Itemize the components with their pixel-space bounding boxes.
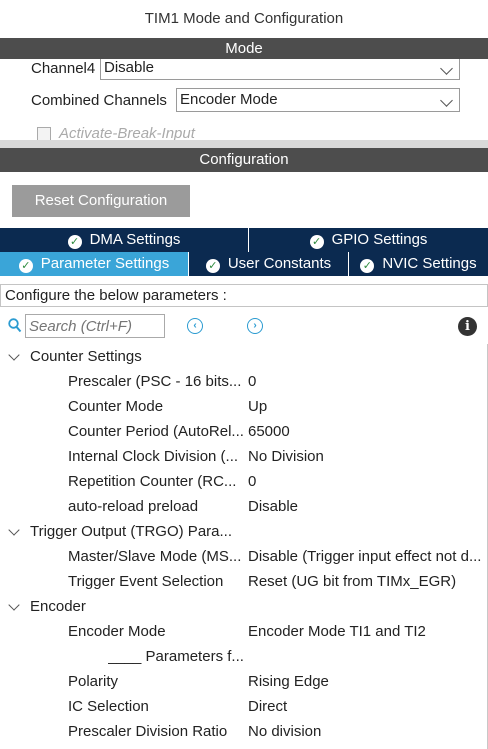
param-row[interactable]: IC Selection Direct <box>0 694 488 719</box>
chevron-down-icon[interactable] <box>8 524 20 536</box>
param-row[interactable]: Trigger Event Selection Reset (UG bit fr… <box>0 569 488 594</box>
mode-panel: Channel4 Disable Combined Channels Encod… <box>0 59 488 140</box>
chevron-down-icon[interactable] <box>8 599 20 611</box>
subgroup-parameters-row[interactable]: ____ Parameters f... <box>0 644 488 669</box>
param-row[interactable]: Prescaler (PSC - 16 bits... 0 <box>0 369 488 394</box>
param-value[interactable]: Direct <box>248 694 486 719</box>
mode-section-header: Mode <box>0 38 488 59</box>
param-value[interactable]: No division <box>248 719 486 744</box>
channel4-select[interactable]: Disable <box>100 59 460 80</box>
param-label: Prescaler Division Ratio <box>68 723 228 740</box>
check-circle-icon: ✓ <box>18 259 33 273</box>
tab-label: DMA Settings <box>89 231 181 248</box>
parameter-tree: Counter Settings Prescaler (PSC - 16 bit… <box>0 344 488 749</box>
param-label: Polarity <box>68 673 119 690</box>
parameters-description: Configure the below parameters : <box>0 284 488 307</box>
subgroup-label: ____ Parameters f... <box>108 648 244 665</box>
search-next-icon[interactable]: › <box>247 318 263 334</box>
combined-channels-row: Combined Channels Encoder Mode <box>0 88 488 114</box>
group-trigger-output[interactable]: Trigger Output (TRGO) Para... <box>0 519 488 544</box>
check-circle-icon: ✓ <box>205 259 220 273</box>
param-value[interactable]: Rising Edge <box>248 669 486 694</box>
param-row[interactable]: auto-reload preload Disable <box>0 494 488 519</box>
window-title: TIM1 Mode and Configuration <box>0 0 488 38</box>
tab-row-1: ✓ DMA Settings ✓ GPIO Settings <box>0 228 488 252</box>
info-icon[interactable]: i <box>458 317 477 336</box>
param-label: Counter Period (AutoRel... <box>68 423 244 440</box>
param-label: Internal Clock Division (... <box>68 448 239 465</box>
channel4-row: Channel4 Disable <box>0 59 488 82</box>
param-value[interactable]: Encoder Mode TI1 and TI2 <box>248 619 486 644</box>
param-label: IC Selection <box>68 698 149 715</box>
search-input[interactable] <box>25 314 165 338</box>
param-value[interactable]: Disable (Trigger input effect not d... <box>248 544 486 569</box>
chevron-down-icon <box>440 94 453 107</box>
combined-channels-select[interactable]: Encoder Mode <box>176 88 460 112</box>
group-label: Counter Settings <box>30 348 142 365</box>
param-label: Trigger Event Selection <box>68 573 224 590</box>
chevron-down-icon[interactable] <box>8 349 20 361</box>
group-label: Encoder <box>30 598 86 615</box>
channel4-label: Channel4 <box>31 60 96 77</box>
activate-break-input-checkbox[interactable] <box>37 127 51 140</box>
reset-configuration-button[interactable]: Reset Configuration <box>12 185 190 217</box>
chevron-down-icon <box>440 62 453 75</box>
check-circle-icon: ✓ <box>309 235 324 249</box>
param-label: auto-reload preload <box>68 498 199 515</box>
tab-dma-settings[interactable]: ✓ DMA Settings <box>0 228 249 252</box>
tab-row-2: ✓ Parameter Settings ✓ User Constants ✓ NVI… <box>0 252 488 276</box>
tab-nvic-settings[interactable]: ✓ NVIC Settings <box>349 252 488 276</box>
group-encoder[interactable]: Encoder <box>0 594 488 619</box>
configuration-section-header: Configuration <box>0 148 488 172</box>
param-label: Encoder Mode <box>68 623 166 640</box>
check-circle-icon: ✓ <box>360 259 375 273</box>
tab-label: NVIC Settings <box>382 255 477 272</box>
channel4-value: Disable <box>104 59 155 76</box>
param-row[interactable]: Internal Clock Division (... No Division <box>0 444 488 469</box>
group-label: Trigger Output (TRGO) Para... <box>30 523 232 540</box>
param-value[interactable]: No Division <box>248 444 486 469</box>
param-label: Repetition Counter (RC... <box>68 473 237 490</box>
param-value[interactable]: 0 <box>248 369 486 394</box>
activate-break-input-label: Activate-Break-Input <box>59 125 195 140</box>
param-value[interactable]: Up <box>248 394 486 419</box>
param-row[interactable]: Polarity Rising Edge <box>0 669 488 694</box>
tab-parameter-settings[interactable]: ✓ Parameter Settings <box>0 252 189 276</box>
param-label: Counter Mode <box>68 398 164 415</box>
param-row[interactable]: Repetition Counter (RC... 0 <box>0 469 488 494</box>
param-value[interactable]: Disable <box>248 494 486 519</box>
tab-gpio-settings[interactable]: ✓ GPIO Settings <box>249 228 488 252</box>
combined-channels-value: Encoder Mode <box>180 91 278 108</box>
search-icon <box>8 318 22 333</box>
combined-channels-label: Combined Channels <box>31 92 167 109</box>
tab-label: User Constants <box>227 255 332 272</box>
param-row[interactable]: Master/Slave Mode (MS... Disable (Trigge… <box>0 544 488 569</box>
param-value[interactable]: 65000 <box>248 419 486 444</box>
param-label: Master/Slave Mode (MS... <box>68 548 242 565</box>
param-row[interactable]: Encoder Mode Encoder Mode TI1 and TI2 <box>0 619 488 644</box>
mode-scrollbar[interactable] <box>0 140 488 148</box>
param-row[interactable]: Prescaler Division Ratio No division <box>0 719 488 744</box>
param-value[interactable]: Reset (UG bit from TIMx_EGR) <box>248 569 486 594</box>
param-row[interactable]: Counter Mode Up <box>0 394 488 419</box>
group-counter-settings[interactable]: Counter Settings <box>0 344 488 369</box>
check-circle-icon: ✓ <box>67 235 82 249</box>
tab-user-constants[interactable]: ✓ User Constants <box>189 252 349 276</box>
param-label: Prescaler (PSC - 16 bits... <box>68 373 242 390</box>
tab-label: Parameter Settings <box>40 255 170 272</box>
tab-label: GPIO Settings <box>331 231 428 248</box>
param-value[interactable]: 0 <box>248 469 486 494</box>
search-previous-icon[interactable]: ‹ <box>187 318 203 334</box>
param-row[interactable]: Counter Period (AutoRel... 65000 <box>0 419 488 444</box>
